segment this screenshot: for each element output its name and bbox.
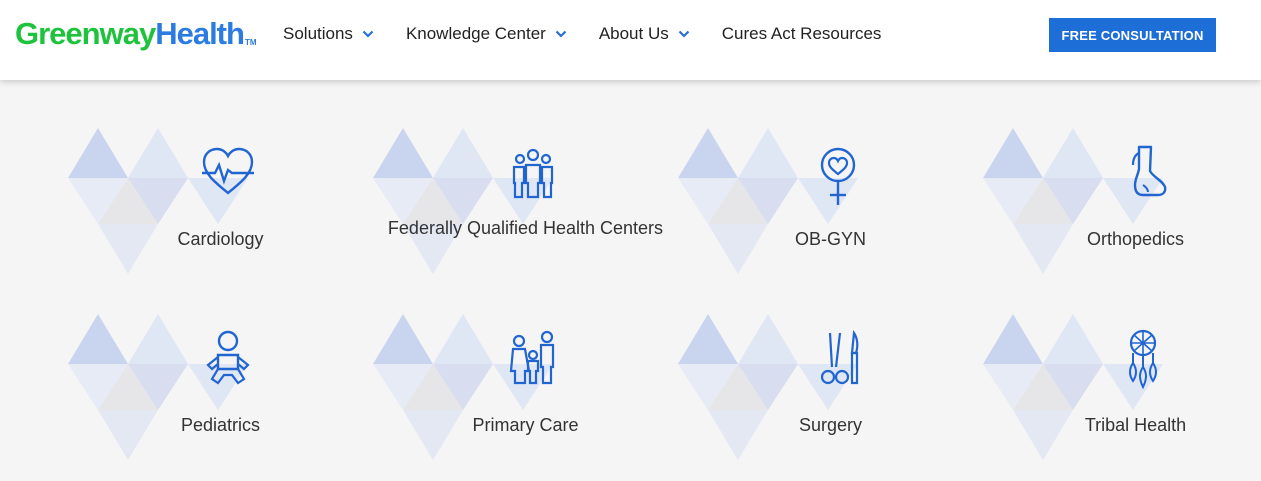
specialty-tile-fqhc[interactable]: Federally Qualified Health Centers — [373, 128, 678, 314]
nav-item-knowledge-center[interactable]: Knowledge Center — [406, 24, 567, 44]
main-nav: Solutions Knowledge Center About Us Cure… — [283, 24, 913, 44]
specialty-label: Tribal Health — [1084, 415, 1187, 435]
chevron-down-icon — [555, 30, 567, 38]
nav-item-cures-act-resources[interactable]: Cures Act Resources — [722, 24, 882, 44]
female-heart-icon — [820, 147, 856, 205]
nav-item-label: Knowledge Center — [405, 24, 546, 43]
free-consultation-button[interactable]: FREE CONSULTATION — [1049, 18, 1216, 52]
logo-trademark: TM — [244, 38, 257, 47]
nav-item-label: Solutions — [283, 24, 353, 43]
nav-item-label: About Us — [598, 24, 669, 43]
specialty-tile-ob-gyn[interactable]: OB-GYN — [678, 128, 983, 314]
foot-icon — [1131, 145, 1167, 197]
specialty-label: OB-GYN — [794, 229, 866, 249]
specialty-tile-surgery[interactable]: Surgery — [678, 314, 983, 481]
chevron-down-icon — [362, 30, 374, 38]
surgical-tools-icon — [820, 329, 859, 385]
specialty-label: Federally Qualified Health Centers — [387, 218, 664, 238]
specialty-label: Primary Care — [472, 415, 579, 435]
specialty-tile-primary-care[interactable]: Primary Care — [373, 314, 678, 481]
specialty-tile-cardiology[interactable]: Cardiology — [68, 128, 373, 314]
greenway-health-logo[interactable]: GreenwayHealthTM — [15, 14, 257, 54]
dreamcatcher-icon — [1129, 329, 1157, 390]
nav-item-about-us[interactable]: About Us — [599, 24, 690, 44]
family-icon — [509, 330, 555, 385]
specialty-label: Surgery — [798, 415, 863, 435]
logo-text-greenway: Greenway — [15, 16, 156, 51]
specialty-tile-pediatrics[interactable]: Pediatrics — [68, 314, 373, 481]
nav-item-solutions[interactable]: Solutions — [283, 24, 374, 44]
nav-item-label: Cures Act Resources — [721, 24, 882, 43]
chevron-down-icon — [678, 30, 690, 38]
specialty-label: Cardiology — [177, 229, 264, 249]
logo-text-health: Health — [155, 16, 245, 51]
heart-pulse-icon — [202, 147, 254, 195]
site-header: GreenwayHealthTM Solutions Knowledge Cen… — [0, 0, 1261, 80]
people-group-icon — [512, 148, 554, 199]
specialty-label: Orthopedics — [1086, 229, 1185, 249]
specialty-tile-tribal-health[interactable]: Tribal Health — [983, 314, 1261, 481]
specialty-label: Pediatrics — [180, 415, 261, 435]
specialty-tile-orthopedics[interactable]: Orthopedics — [983, 128, 1261, 314]
baby-icon — [206, 330, 250, 385]
